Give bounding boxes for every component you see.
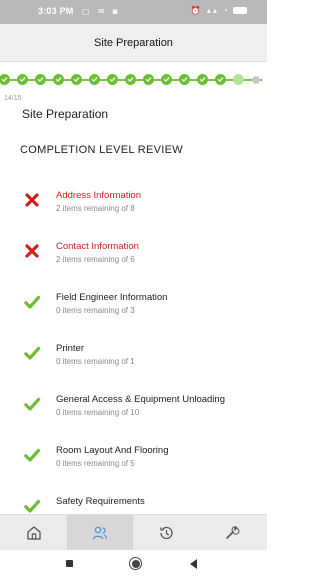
page-title: Site Preparation — [94, 36, 173, 49]
section-title: Site Preparation — [22, 107, 109, 121]
item-name: Printer — [56, 343, 84, 354]
step-complete-icon — [0, 74, 10, 85]
step-pending-icon — [252, 76, 260, 84]
review-list-item[interactable]: Room Layout And Flooring 0 items remainin… — [0, 437, 267, 477]
step-complete-icon — [88, 74, 100, 85]
item-name: Safety Requirements — [56, 496, 145, 507]
review-list-item[interactable]: General Access & Equipment Unloading 0 it… — [0, 386, 267, 426]
item-remaining-count: 2 items remaining of 8 — [56, 204, 135, 213]
recents-icon[interactable] — [66, 560, 73, 567]
system-status-icons: ⏰ ▴▴ ◔ — [191, 6, 247, 15]
review-list-item[interactable]: Address Information 2 items remaining of … — [0, 182, 267, 222]
wrench-icon — [226, 526, 240, 539]
step-complete-icon — [106, 74, 118, 85]
status-time: 3:03 PM — [38, 6, 74, 16]
review-list-item[interactable]: Safety Requirements — [0, 488, 267, 514]
cross-icon — [24, 243, 40, 259]
item-remaining-count: 0 items remaining of 1 — [56, 357, 135, 366]
step-complete-icon — [16, 74, 28, 85]
step-complete-icon — [214, 74, 226, 85]
item-remaining-count: 0 items remaining of 5 — [56, 459, 135, 468]
item-name: General Access & Equipment Unloading — [56, 394, 225, 405]
item-name: Field Engineer Information — [56, 292, 168, 303]
nav-tools-button[interactable] — [199, 515, 265, 551]
checkmark-icon — [24, 396, 41, 412]
users-icon — [92, 526, 108, 540]
item-name: Contact Information — [56, 241, 139, 252]
back-icon[interactable] — [190, 559, 197, 569]
step-current-icon — [232, 74, 244, 85]
step-complete-icon — [142, 74, 154, 85]
nav-home-button[interactable] — [1, 515, 67, 551]
checkmark-icon — [24, 498, 41, 514]
history-icon — [159, 526, 173, 540]
item-remaining-count: 0 items remaining of 10 — [56, 408, 140, 417]
review-list-item[interactable]: Printer 0 items remaining of 1 — [0, 335, 267, 375]
app-header: Site Preparation — [0, 24, 267, 62]
item-name: Address Information — [56, 190, 142, 201]
status-bar: 3:03 PM ▢ ✉ ◙ ⏰ ▴▴ ◔ — [0, 0, 267, 24]
checkmark-icon — [24, 447, 41, 463]
step-complete-icon — [178, 74, 190, 85]
review-list-item[interactable]: Field Engineer Information 0 items remain… — [0, 284, 267, 324]
notification-icons: ▢ ✉ ◙ — [82, 7, 121, 16]
item-remaining-count: 0 items remaining of 3 — [56, 306, 135, 315]
battery-icon — [233, 7, 247, 15]
bottom-nav — [0, 514, 267, 551]
checkmark-icon — [24, 345, 41, 361]
step-complete-icon — [52, 74, 64, 85]
step-complete-icon — [34, 74, 46, 85]
review-list-item[interactable]: Contact Information 2 items remaining of … — [0, 233, 267, 273]
cross-icon — [24, 192, 40, 208]
nav-history-button[interactable] — [133, 515, 199, 551]
system-home-icon[interactable] — [129, 557, 142, 570]
review-heading: COMPLETION LEVEL REVIEW — [20, 144, 183, 156]
home-icon — [27, 526, 41, 540]
nav-users-button[interactable] — [67, 515, 133, 551]
item-name: Room Layout And Flooring — [56, 445, 169, 456]
checkmark-icon — [24, 294, 41, 310]
system-nav-bar — [0, 550, 267, 579]
step-counter: 14/15 — [4, 95, 22, 102]
step-complete-icon — [70, 74, 82, 85]
step-complete-icon — [124, 74, 136, 85]
progress-stepper — [0, 72, 267, 88]
step-complete-icon — [196, 74, 208, 85]
item-remaining-count: 2 items remaining of 6 — [56, 255, 135, 264]
review-list[interactable]: Address Information 2 items remaining of … — [0, 182, 267, 514]
step-complete-icon — [160, 74, 172, 85]
